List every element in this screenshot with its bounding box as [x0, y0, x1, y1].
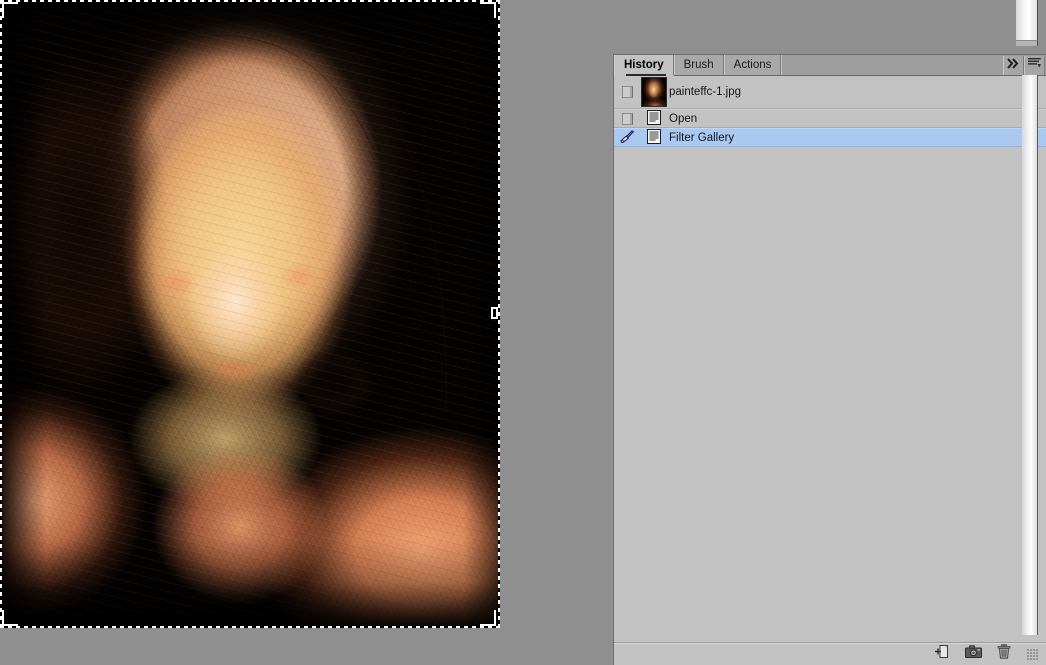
history-row-filter-gallery[interactable]: Filter Gallery: [614, 128, 1046, 147]
resize-grip-icon[interactable]: [1027, 648, 1038, 660]
new-document-from-state-button[interactable]: [933, 644, 951, 664]
selection-edge-right: [498, 0, 500, 628]
delete-state-button[interactable]: [995, 644, 1013, 664]
collapse-panel-button[interactable]: [1003, 55, 1024, 75]
tab-strip-filler: [781, 55, 1003, 75]
panel-menu-icon: [1027, 56, 1042, 74]
tab-actions-label: Actions: [733, 59, 772, 71]
history-panel-footer[interactable]: [614, 642, 1046, 665]
panel-tab-strip[interactable]: History Brush Actions: [614, 55, 1046, 77]
history-brush-source-toggle-icon[interactable]: [621, 112, 633, 125]
history-snapshot-row[interactable]: painteffc-1.jpg: [614, 76, 1046, 109]
tab-brush-label: Brush: [683, 59, 714, 71]
history-state-icon-cell: [640, 128, 668, 147]
snapshot-thumbnail: [641, 77, 667, 107]
tab-history[interactable]: History: [614, 55, 674, 76]
artwork-edge-vignette: [2, 2, 498, 626]
history-brush-source-toggle-icon[interactable]: [621, 86, 633, 98]
document-artwork[interactable]: [2, 2, 498, 626]
history-row-label: Open: [669, 112, 698, 125]
photoshop-desktop: History Brush Actions painteffc-1.jpg Op…: [0, 0, 1046, 665]
document-canvas-window[interactable]: [0, 0, 500, 628]
snapshot-label: painteffc-1.jpg: [669, 86, 742, 98]
history-state-icon: [647, 109, 661, 128]
edge-panel-gap: [1038, 0, 1046, 46]
history-panel[interactable]: History Brush Actions painteffc-1.jpg Op…: [613, 54, 1046, 665]
new-document-from-state-icon: [934, 644, 950, 664]
history-state-icon: [647, 128, 661, 147]
collapsed-panel-edge[interactable]: [1016, 0, 1038, 40]
source-state-toggle-cell[interactable]: [614, 86, 640, 98]
history-brush-icon[interactable]: [619, 129, 635, 147]
tab-brush[interactable]: Brush: [673, 55, 724, 75]
history-row-label: Filter Gallery: [669, 131, 735, 144]
history-state-list[interactable]: painteffc-1.jpg Open Filter Gallery: [614, 76, 1046, 642]
trash-icon: [997, 644, 1011, 664]
tab-actions[interactable]: Actions: [723, 55, 782, 75]
new-snapshot-button[interactable]: [964, 645, 982, 663]
panel-header-tools[interactable]: [1003, 55, 1046, 75]
collapsed-panel-edge-base: [1016, 40, 1038, 46]
source-state-toggle-cell[interactable]: [614, 129, 640, 147]
selection-edge-bottom: [0, 626, 500, 628]
panel-menu-button[interactable]: [1024, 55, 1045, 75]
history-state-icon-cell: [640, 109, 668, 128]
history-row-open[interactable]: Open: [614, 109, 1046, 128]
double-chevron-right-icon: [1007, 56, 1020, 74]
snapshot-thumb-body: [642, 78, 666, 106]
tab-history-label: History: [624, 59, 664, 71]
snapshot-thumbnail-cell: [640, 77, 668, 107]
source-state-toggle-cell[interactable]: [614, 112, 640, 125]
camera-icon: [964, 645, 982, 663]
